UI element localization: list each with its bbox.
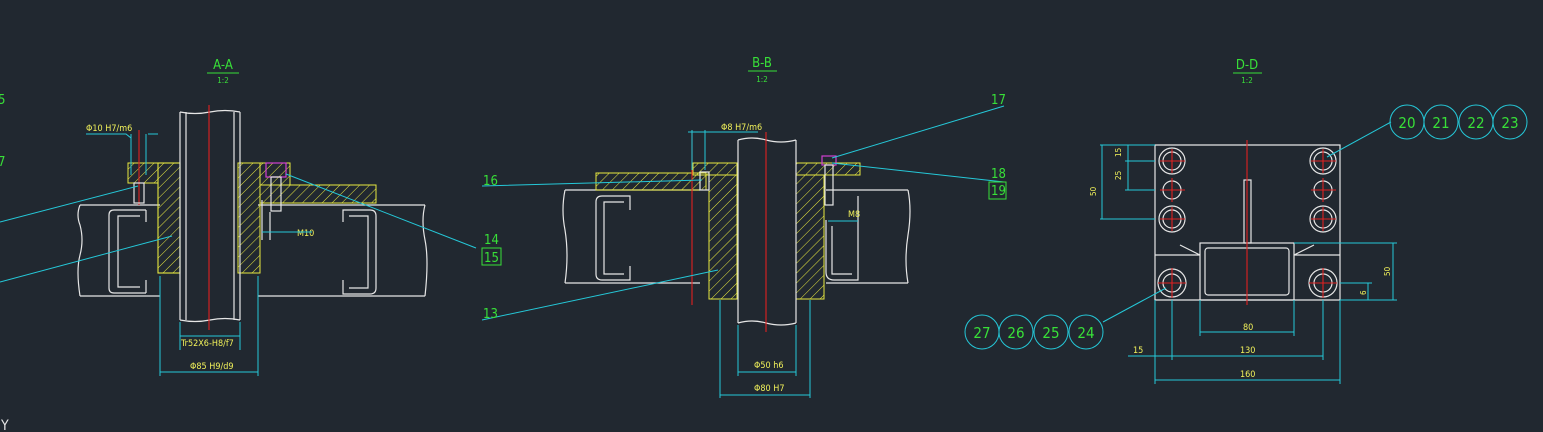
section-dd-title: D-D: [1236, 58, 1258, 73]
aa-c-channel-right: [342, 209, 377, 295]
balloon-26-label: 26: [1007, 324, 1024, 342]
balloon-27-label: 27: [973, 324, 990, 342]
aa-hatch-left-top: [127, 162, 159, 184]
dd-dim-130: 130: [1240, 346, 1255, 356]
ucs-icon: Y: [0, 418, 9, 432]
bb-rail-left: [562, 189, 700, 284]
dd-dim-80: 80: [1243, 323, 1253, 333]
ucs-y-label: Y: [0, 418, 9, 432]
section-dd[interactable]: D-D 1:2 15 25 50 50 6 80 130 160 15: [1089, 58, 1397, 384]
section-aa[interactable]: A-A 1:2 Φ10 H7/m6 Tr52X6-H8/f7 Φ85 H9/d9…: [0, 58, 502, 376]
section-aa-scale: 1:2: [217, 76, 229, 85]
bb-shaft-dim: Φ50 h6: [754, 361, 784, 371]
bb-label-18: 18: [991, 167, 1006, 182]
aa-label-7: 7: [0, 155, 5, 170]
aa-bolt-dim: M10: [297, 229, 314, 239]
bb-rail-right: [826, 189, 911, 284]
aa-top-fit: Φ10 H7/m6: [86, 124, 132, 134]
section-bb-scale: 1:2: [756, 75, 768, 84]
balloon-group-bottom[interactable]: 27 26 25 24: [964, 314, 1104, 350]
section-aa-title: A-A: [213, 58, 233, 73]
dd-dim-6: 6: [1359, 290, 1368, 295]
balloon-group-top[interactable]: 20 21 22 23: [1389, 104, 1528, 140]
bb-c-channel-right: [825, 196, 859, 281]
bb-bore-dim: Φ80 H7: [754, 384, 785, 394]
bb-label-13: 13: [483, 307, 498, 322]
balloon-21-label: 21: [1432, 114, 1449, 132]
bb-hatch-right-block: [795, 174, 825, 300]
aa-hatch-right-block: [237, 162, 261, 274]
aa-label-14: 14: [484, 233, 499, 248]
section-bb[interactable]: B-B 1:2 Φ8 H7/m6 M8 Φ50 h6 Φ80 H7 16 13 …: [481, 56, 1007, 398]
aa-thread-dim: Tr52X6-H8/f7: [180, 339, 234, 349]
bb-label-19: 19: [991, 184, 1006, 199]
balloon-20-label: 20: [1398, 114, 1415, 132]
bb-label-16: 16: [483, 174, 498, 189]
aa-label-5: 5: [0, 93, 5, 108]
bb-hatch-left-block: [708, 174, 738, 300]
balloon-24-label: 24: [1077, 324, 1094, 342]
aa-shaft: [179, 109, 241, 323]
section-dd-scale: 1:2: [1241, 76, 1253, 85]
section-bb-title: B-B: [752, 56, 772, 71]
aa-label-15: 15: [484, 251, 499, 266]
balloon-25-label: 25: [1042, 324, 1059, 342]
dd-dim-50-left: 50: [1089, 186, 1098, 196]
aa-bottom-fit: Φ85 H9/d9: [190, 362, 234, 372]
aa-hatch-left-block: [157, 162, 181, 274]
bb-label-17: 17: [991, 93, 1006, 108]
bb-shaft: [737, 137, 797, 326]
dd-dim-25: 25: [1114, 171, 1123, 180]
dd-dim-160: 160: [1240, 370, 1255, 380]
balloon-23-label: 23: [1501, 114, 1518, 132]
bb-bolt-dim: M8: [848, 210, 860, 220]
dd-dim-50-right: 50: [1383, 266, 1392, 276]
dd-dim-15-bottom: 15: [1133, 346, 1143, 356]
aa-hatch-right-plate: [259, 184, 377, 204]
cad-drawing-canvas[interactable]: A-A 1:2 Φ10 H7/m6 Tr52X6-H8/f7 Φ85 H9/d9…: [0, 0, 1543, 432]
dd-dim-15-top: 15: [1114, 148, 1123, 157]
balloon-22-label: 22: [1467, 114, 1484, 132]
bb-c-channel-left: [595, 195, 631, 281]
